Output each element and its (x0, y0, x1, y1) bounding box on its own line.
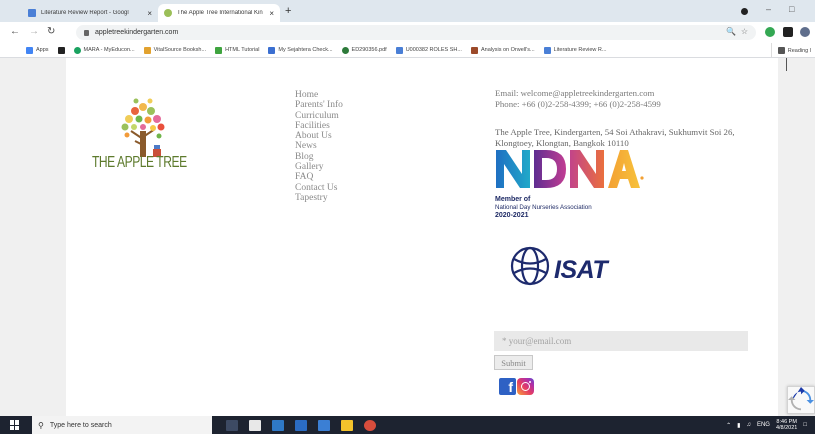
bookmark-apps[interactable]: Apps (26, 46, 49, 54)
bookmark-icon (57, 46, 65, 54)
forward-arrow-icon[interactable]: → (29, 26, 39, 37)
profile-avatar-icon[interactable] (800, 27, 810, 37)
url-text: appletreekindergarten.com (95, 29, 179, 36)
tab-close-icon[interactable]: × (147, 9, 152, 18)
search-icon: ⚲ (38, 420, 44, 430)
maximize-icon[interactable]: □ (789, 4, 794, 14)
bookmark-html-tutorial[interactable]: HTML Tutorial (215, 46, 259, 54)
nav-curriculum[interactable]: Curriculum (295, 111, 343, 121)
apple-tree-favicon-icon (164, 9, 172, 17)
bookmark-vitalsource[interactable]: VitalSource Booksh... (143, 46, 206, 54)
bookmarks-bar: Apps MARA - MyEducon... VitalSource Book… (0, 43, 815, 58)
tab-close-icon[interactable]: × (269, 9, 274, 18)
network-icon[interactable]: ▮ (737, 422, 740, 429)
bookmark-dark[interactable] (57, 46, 65, 54)
language-indicator[interactable]: ENG (757, 422, 770, 428)
nav-contact-us[interactable]: Contact Us (295, 183, 343, 193)
nav-facilities[interactable]: Facilities (295, 121, 343, 131)
file-explorer-icon[interactable] (341, 419, 353, 431)
browser-tab-bar: Literature Review Report - Googl × The A… (0, 0, 815, 22)
image-icon (470, 46, 478, 54)
ndna-member-label: Member of (495, 196, 531, 203)
mara-icon (73, 46, 81, 54)
taskbar-search-placeholder: Type here to search (49, 421, 112, 429)
task-view-icon[interactable] (226, 419, 238, 431)
w3-icon (215, 46, 223, 54)
nav-faq[interactable]: FAQ (295, 172, 343, 182)
apps-grid-icon (26, 46, 33, 54)
ndna-association-name: National Day Nurseries Association (495, 204, 592, 211)
bookmark-roles[interactable]: U000382 ROLES SH... (395, 46, 462, 54)
edge-icon[interactable] (318, 419, 330, 431)
tab-apple-tree[interactable]: The Apple Tree International Kin × (158, 4, 280, 22)
facebook-icon[interactable]: f (499, 378, 516, 395)
reading-list[interactable]: Reading l (770, 43, 815, 57)
tray-arrow-icon[interactable]: ⌃ (726, 422, 731, 429)
lock-icon (84, 29, 89, 36)
nav-gallery[interactable]: Gallery (295, 162, 343, 172)
doc-icon (395, 46, 403, 54)
contact-email[interactable]: Email: welcome@appletreekindergarten.com (495, 88, 661, 99)
taskbar-pinned-apps (226, 419, 376, 431)
puzzle-icon[interactable] (783, 27, 793, 37)
docs-icon (28, 9, 36, 17)
clock[interactable]: 8:46 PM 4/8/2021 (776, 419, 797, 431)
ndna-logo (496, 150, 644, 188)
bookmark-orwell[interactable]: Analysis on Orwell's... (470, 46, 535, 54)
logo-wordmark[interactable]: THE APPLE TREE (92, 154, 187, 172)
tab-literature-review[interactable]: Literature Review Report - Googl × (22, 4, 158, 22)
volume-icon[interactable]: ♫ (746, 422, 751, 428)
reload-icon[interactable]: ↻ (47, 26, 55, 37)
address-bar-row: ← → ↻ appletreekindergarten.com 🔍 ☆ (0, 22, 815, 43)
minimize-icon[interactable]: – (766, 4, 771, 14)
mail-icon[interactable] (272, 419, 284, 431)
recaptcha-badge-icon[interactable] (787, 386, 815, 414)
nav-tapestry[interactable]: Tapestry (295, 193, 343, 203)
divider (786, 58, 787, 71)
web-page: THE APPLE TREE Home Parents' Info Curric… (0, 58, 815, 416)
new-tab-button[interactable]: + (285, 5, 291, 17)
tab-title: The Apple Tree International Kin (177, 10, 263, 16)
nav-home[interactable]: Home (295, 90, 343, 100)
windows-taskbar: ⚲ Type here to search ⌃ ▮ ♫ ENG 8:46 PM … (0, 416, 815, 434)
back-arrow-icon[interactable]: ← (10, 26, 20, 37)
zoom-and-star-icons[interactable]: 🔍 ☆ (726, 27, 748, 36)
taskbar-search[interactable]: ⚲ Type here to search (32, 416, 212, 434)
isat-logo-text: ISAT (554, 256, 608, 284)
docs-icon (543, 46, 551, 54)
contact-phone: Phone: +66 (0)2-258-4399; +66 (0)2-258-4… (495, 99, 661, 109)
word-icon[interactable] (295, 419, 307, 431)
notifications-icon[interactable]: □ (803, 422, 807, 428)
system-tray: ⌃ ▮ ♫ ENG 8:46 PM 4/8/2021 □ (726, 419, 815, 431)
newsletter-submit-button[interactable]: Submit (494, 355, 533, 370)
nav-blog[interactable]: Blog (295, 152, 343, 162)
reading-list-icon (777, 47, 785, 54)
contact-info: Email: welcome@appletreekindergarten.com… (495, 88, 661, 110)
store-icon[interactable] (249, 419, 261, 431)
instagram-icon[interactable] (517, 378, 534, 395)
extension-icon[interactable] (765, 27, 775, 37)
profile-dot-icon[interactable] (741, 8, 748, 15)
pdf-icon (341, 46, 349, 54)
bookmark-ed290356[interactable]: ED290356.pdf (341, 46, 387, 54)
tab-title: Literature Review Report - Googl (41, 10, 129, 16)
bookmark-sejahtera[interactable]: My Sejahtera Check... (268, 46, 333, 54)
newsletter-email-input[interactable] (494, 331, 748, 351)
footer-nav: Home Parents' Info Curriculum Facilities… (295, 90, 343, 203)
ndna-years: 2020-2021 (495, 212, 529, 219)
url-field[interactable]: appletreekindergarten.com 🔍 ☆ (76, 25, 756, 40)
nav-news[interactable]: News (295, 141, 343, 151)
bookmark-mara[interactable]: MARA - MyEducon... (73, 46, 135, 54)
sejahtera-icon (268, 46, 276, 54)
bookmark-literature-review[interactable]: Literature Review R... (543, 46, 606, 54)
clock-date: 4/8/2021 (775, 425, 798, 431)
nav-about-us[interactable]: About Us (295, 131, 343, 141)
chrome-icon[interactable] (364, 419, 376, 431)
nav-parents-info[interactable]: Parents' Info (295, 100, 343, 110)
vitalsource-icon (143, 46, 151, 54)
windows-start-icon[interactable] (10, 420, 20, 430)
social-links: f (499, 378, 534, 395)
footer-section: THE APPLE TREE Home Parents' Info Curric… (66, 58, 787, 416)
